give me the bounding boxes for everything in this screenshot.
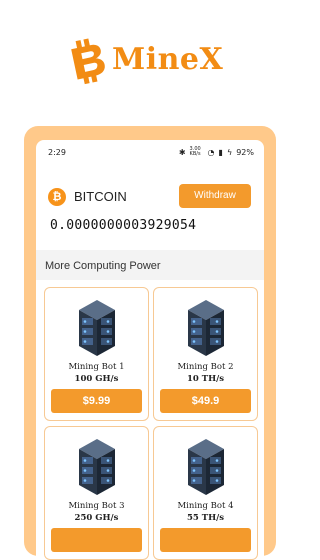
charging-icon: ϟ (226, 147, 233, 157)
bot-hashrate: 10 TH/s (186, 374, 225, 384)
status-icons: ✱ 3.00 KB/s ◔ ▮ ϟ 92% (179, 147, 254, 157)
battery-level: 92% (236, 147, 254, 157)
buy-button[interactable] (160, 528, 251, 552)
mining-bot-card[interactable]: Mining Bot 3 250 GH/s (44, 426, 149, 560)
wifi-icon: ◔ (207, 147, 215, 157)
bot-name: Mining Bot 3 (68, 501, 125, 511)
bitcoin-logo-icon (71, 38, 105, 85)
mining-bot-card[interactable]: Mining Bot 2 10 TH/s $49.9 (153, 287, 258, 421)
brand-name: MineX (112, 42, 224, 77)
bot-name: Mining Bot 4 (177, 501, 234, 511)
app-screen: 2:29 ✱ 3.00 KB/s ◔ ▮ ϟ 92% ₿ BITCOIN Wit… (36, 140, 264, 560)
section-header: More Computing Power (36, 250, 264, 280)
signal-icon: ▮ (218, 147, 223, 157)
network-speed: 3.00 KB/s (189, 146, 201, 157)
brand-header: MineX (0, 30, 300, 90)
coin-row: ₿ BITCOIN Withdraw (46, 184, 254, 212)
buy-button[interactable] (51, 528, 142, 552)
bot-hashrate: 55 TH/s (186, 513, 225, 523)
bot-name: Mining Bot 2 (177, 362, 234, 372)
coin-name: BITCOIN (74, 189, 127, 204)
bitcoin-icon: ₿ (48, 188, 66, 206)
withdraw-button[interactable]: Withdraw (179, 184, 251, 208)
bluetooth-icon: ✱ (178, 147, 186, 157)
mining-bot-card[interactable]: Mining Bot 4 55 TH/s (153, 426, 258, 560)
buy-button[interactable]: $49.9 (160, 389, 251, 413)
status-time: 2:29 (48, 148, 66, 157)
server-rack-icon (79, 300, 115, 356)
server-rack-icon (79, 439, 115, 495)
bot-hashrate: 100 GH/s (74, 374, 119, 384)
server-rack-icon (188, 439, 224, 495)
bot-hashrate: 250 GH/s (74, 513, 119, 523)
mining-bot-card[interactable]: Mining Bot 1 100 GH/s $9.99 (44, 287, 149, 421)
server-rack-icon (188, 300, 224, 356)
bot-name: Mining Bot 1 (68, 362, 125, 372)
buy-button[interactable]: $9.99 (51, 389, 142, 413)
coin-balance: 0.0000000003929054 (50, 218, 197, 233)
status-bar: 2:29 ✱ 3.00 KB/s ◔ ▮ ϟ 92% (36, 140, 264, 162)
section-title: More Computing Power (45, 260, 161, 272)
